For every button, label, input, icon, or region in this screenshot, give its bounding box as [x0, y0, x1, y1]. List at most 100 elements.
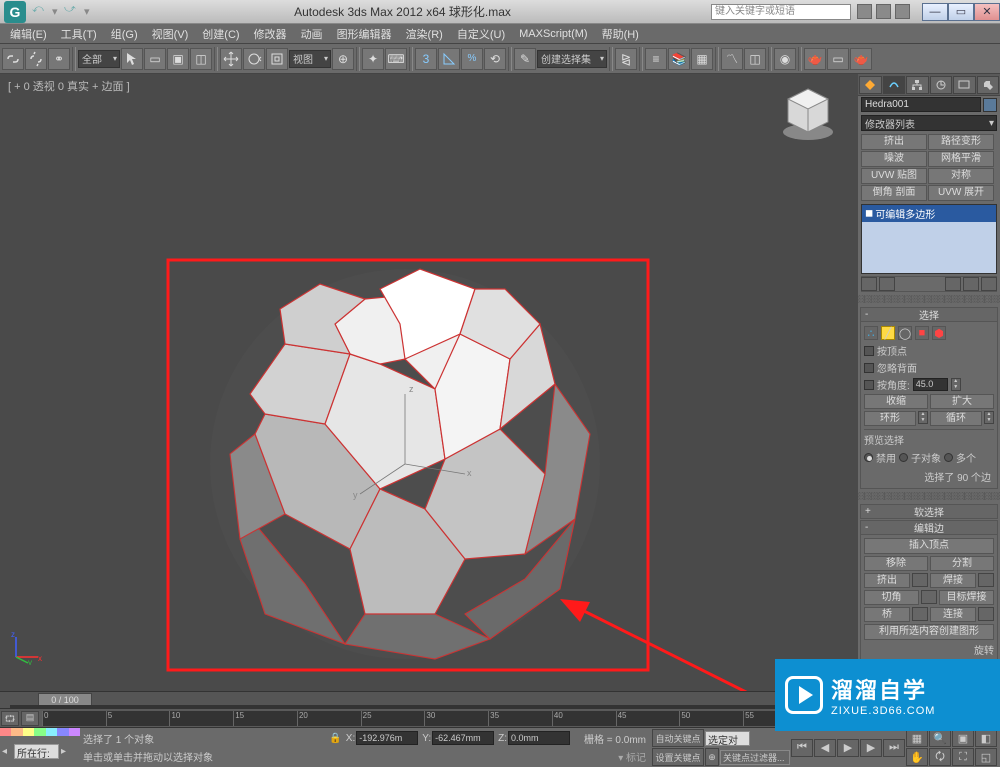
menu-help[interactable]: 帮助(H)	[596, 24, 645, 44]
stack-item-editable-poly[interactable]: ◼可编辑多边形	[862, 205, 996, 222]
viewcube[interactable]	[778, 84, 838, 144]
spinner-snap-button[interactable]: ⟲	[484, 48, 506, 70]
prev-frame-button[interactable]: ◀	[814, 739, 836, 757]
select-object-button[interactable]	[121, 48, 143, 70]
subobj-vertex-button[interactable]: ∴	[864, 326, 878, 340]
render-setup-button[interactable]: 🫖	[804, 48, 826, 70]
btn-weld[interactable]: 焊接	[930, 573, 976, 588]
ref-coord-combo[interactable]: 视图	[289, 50, 331, 68]
coord-z[interactable]: 0.0mm	[508, 731, 570, 745]
tab-display[interactable]	[953, 76, 976, 94]
tab-create[interactable]	[859, 76, 882, 94]
menu-grapheditors[interactable]: 图形编辑器	[331, 24, 398, 44]
goto-end-button[interactable]: ⏭	[883, 739, 905, 757]
keysel-combo[interactable]: 选定对象	[705, 731, 750, 746]
window-crossing-button[interactable]: ◫	[190, 48, 212, 70]
btn-target-weld[interactable]: 目标焊接	[939, 590, 994, 605]
btn-loop[interactable]: 循环	[930, 411, 982, 426]
menu-rendering[interactable]: 渲染(R)	[400, 24, 449, 44]
btn-insert-vertex[interactable]: 插入顶点	[864, 538, 994, 554]
selection-filter-combo[interactable]: 全部	[78, 50, 120, 68]
tab-utilities[interactable]	[977, 76, 1000, 94]
btn-ring[interactable]: 环形	[864, 411, 916, 426]
menu-customize[interactable]: 自定义(U)	[451, 24, 511, 44]
play-button[interactable]: ▶	[837, 739, 859, 757]
loop-spinner[interactable]: ▲▼	[984, 411, 994, 424]
percent-snap-button[interactable]: %	[461, 48, 483, 70]
select-name-button[interactable]: ▭	[144, 48, 166, 70]
vp-maximize-button[interactable]: ⛶	[952, 748, 974, 766]
redo-icon[interactable]: ⤻	[64, 3, 82, 21]
rotate-button[interactable]	[243, 48, 265, 70]
menu-animation[interactable]: 动画	[295, 24, 329, 44]
bind-button[interactable]: ⚭	[48, 48, 70, 70]
vp-zoom-button[interactable]: 🔍	[929, 729, 951, 747]
rollout-softsel-header[interactable]: +软选择	[860, 504, 998, 519]
layers-button[interactable]: 📚	[668, 48, 690, 70]
edit-named-sel-button[interactable]: ✎	[514, 48, 536, 70]
menu-maxscript[interactable]: MAXScript(M)	[513, 26, 593, 42]
ribbon-button[interactable]: ▦	[691, 48, 713, 70]
param-unwrap[interactable]: UVW 展开	[928, 185, 994, 201]
menu-modifiers[interactable]: 修改器	[248, 24, 293, 44]
restore-button[interactable]: ▭	[948, 3, 974, 21]
btn-shrink[interactable]: 收缩	[864, 394, 928, 409]
script-prev-icon[interactable]: ◂	[2, 746, 12, 757]
weld-settings[interactable]	[978, 573, 994, 587]
stack-config-button[interactable]	[981, 277, 997, 291]
coord-y[interactable]: -62.467mm	[432, 731, 494, 745]
schematic-button[interactable]: ◫	[744, 48, 766, 70]
btn-create-shape[interactable]: 利用所选内容创建图形	[864, 624, 994, 640]
next-frame-button[interactable]: ▶	[860, 739, 882, 757]
chk-ignore-back[interactable]	[864, 363, 874, 373]
key-icon[interactable]: ⊕	[705, 748, 719, 766]
btn-split[interactable]: 分割	[930, 556, 994, 571]
btn-grow[interactable]: 扩大	[930, 394, 994, 409]
menu-create[interactable]: 创建(C)	[196, 24, 245, 44]
align-button[interactable]: ≡	[645, 48, 667, 70]
goto-start-button[interactable]: ⏮	[791, 739, 813, 757]
btn-bridge[interactable]: 桥	[864, 607, 910, 622]
viewport[interactable]: [ + 0 透视 0 真实 + 边面 ]	[0, 74, 858, 691]
unlink-button[interactable]	[25, 48, 47, 70]
angle-snap-button[interactable]	[438, 48, 460, 70]
chamfer-settings[interactable]	[921, 590, 937, 604]
stack-unique-button[interactable]	[945, 277, 961, 291]
btn-remove[interactable]: 移除	[864, 556, 928, 571]
menu-group[interactable]: 组(G)	[105, 24, 144, 44]
modifier-stack[interactable]: ◼可编辑多边形	[861, 204, 997, 274]
named-sel-combo[interactable]: 创建选择集	[537, 50, 607, 68]
ring-spinner[interactable]: ▲▼	[918, 411, 928, 424]
render-frame-button[interactable]: ▭	[827, 48, 849, 70]
btn-chamfer[interactable]: 切角	[864, 590, 919, 605]
subobj-element-button[interactable]: ⬢	[932, 326, 946, 340]
btn-connect[interactable]: 连接	[930, 607, 976, 622]
setkey-button[interactable]: 设置关键点	[652, 748, 704, 766]
param-pathdeform[interactable]: 路径变形	[928, 134, 994, 150]
chk-by-angle[interactable]	[864, 380, 874, 390]
angle-spinner[interactable]: ▲▼	[951, 378, 961, 391]
param-meshsmooth[interactable]: 网格平滑	[928, 151, 994, 167]
extrude-settings[interactable]	[912, 573, 928, 587]
tab-modify[interactable]	[883, 76, 906, 94]
stack-remove-button[interactable]	[963, 277, 979, 291]
param-extrude[interactable]: 挤出	[861, 134, 927, 150]
subobj-edge-button[interactable]: ╱	[881, 326, 895, 340]
rad-subobj[interactable]	[899, 453, 908, 462]
select-region-button[interactable]: ▣	[167, 48, 189, 70]
subobj-border-button[interactable]: ◯	[898, 326, 912, 340]
stack-show-button[interactable]	[879, 277, 895, 291]
modifier-list-combo[interactable]: 修改器列表	[861, 115, 997, 131]
rad-disable[interactable]	[864, 453, 873, 462]
menu-tools[interactable]: 工具(T)	[55, 24, 103, 44]
lbl-add-time-tag[interactable]: ▾ 标记	[618, 749, 646, 764]
param-bevelprofile[interactable]: 倒角 剖面	[861, 185, 927, 201]
vp-pan-button[interactable]: ✋	[906, 748, 928, 766]
connect-settings[interactable]	[978, 607, 994, 621]
search-input[interactable]: 键入关键字或短语	[711, 4, 851, 20]
material-button[interactable]: ◉	[774, 48, 796, 70]
pivot-button[interactable]: ⊕	[332, 48, 354, 70]
vp-zoomext-button[interactable]: ▣	[952, 729, 974, 747]
menu-view[interactable]: 视图(V)	[146, 24, 195, 44]
link-button[interactable]	[2, 48, 24, 70]
